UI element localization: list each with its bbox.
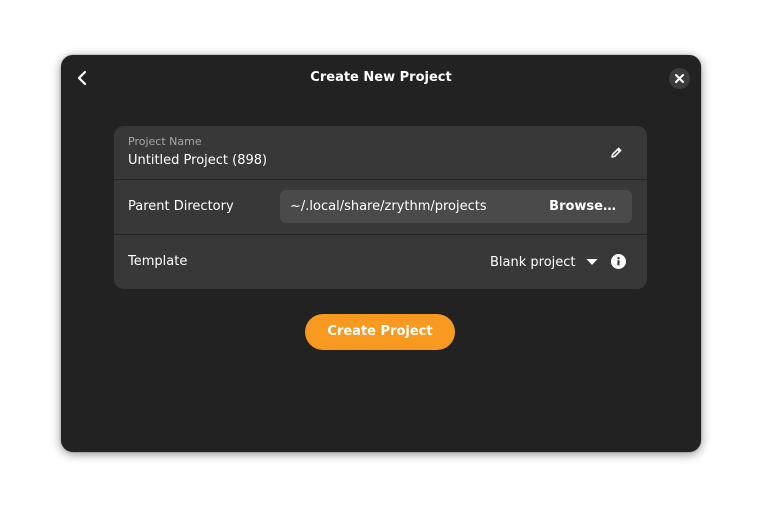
create-project-dialog: Create New Project Project Name Untitled…	[61, 55, 701, 452]
project-name-field[interactable]: Untitled Project (898)	[128, 153, 267, 168]
close-icon	[675, 74, 684, 83]
template-info-button[interactable]	[611, 254, 626, 269]
parent-directory-row: Parent Directory ~/.local/share/zrythm/p…	[114, 180, 647, 234]
edit-project-name-button[interactable]	[606, 142, 626, 162]
parent-directory-path: ~/.local/share/zrythm/projects	[290, 199, 487, 214]
close-button[interactable]	[669, 68, 690, 89]
chevron-left-icon	[77, 70, 87, 86]
back-button[interactable]	[67, 63, 97, 93]
browse-button[interactable]: Browse…	[549, 190, 616, 223]
project-name-row[interactable]: Project Name Untitled Project (898)	[114, 126, 647, 179]
project-name-label: Project Name	[128, 135, 202, 148]
caret-down-icon	[586, 259, 598, 265]
dialog-header: Create New Project	[61, 55, 701, 101]
info-icon	[617, 257, 620, 266]
project-settings-card: Project Name Untitled Project (898) Pare…	[114, 126, 647, 289]
parent-directory-field[interactable]: ~/.local/share/zrythm/projects Browse…	[280, 190, 632, 223]
dialog-title: Create New Project	[310, 70, 452, 85]
template-row: Template Blank project	[114, 235, 647, 289]
template-selected-value: Blank project	[490, 254, 576, 270]
template-label: Template	[128, 254, 188, 269]
parent-directory-label: Parent Directory	[128, 199, 234, 214]
template-dropdown[interactable]: Blank project	[490, 251, 598, 273]
pencil-icon	[610, 147, 621, 158]
create-project-button[interactable]: Create Project	[305, 314, 455, 350]
